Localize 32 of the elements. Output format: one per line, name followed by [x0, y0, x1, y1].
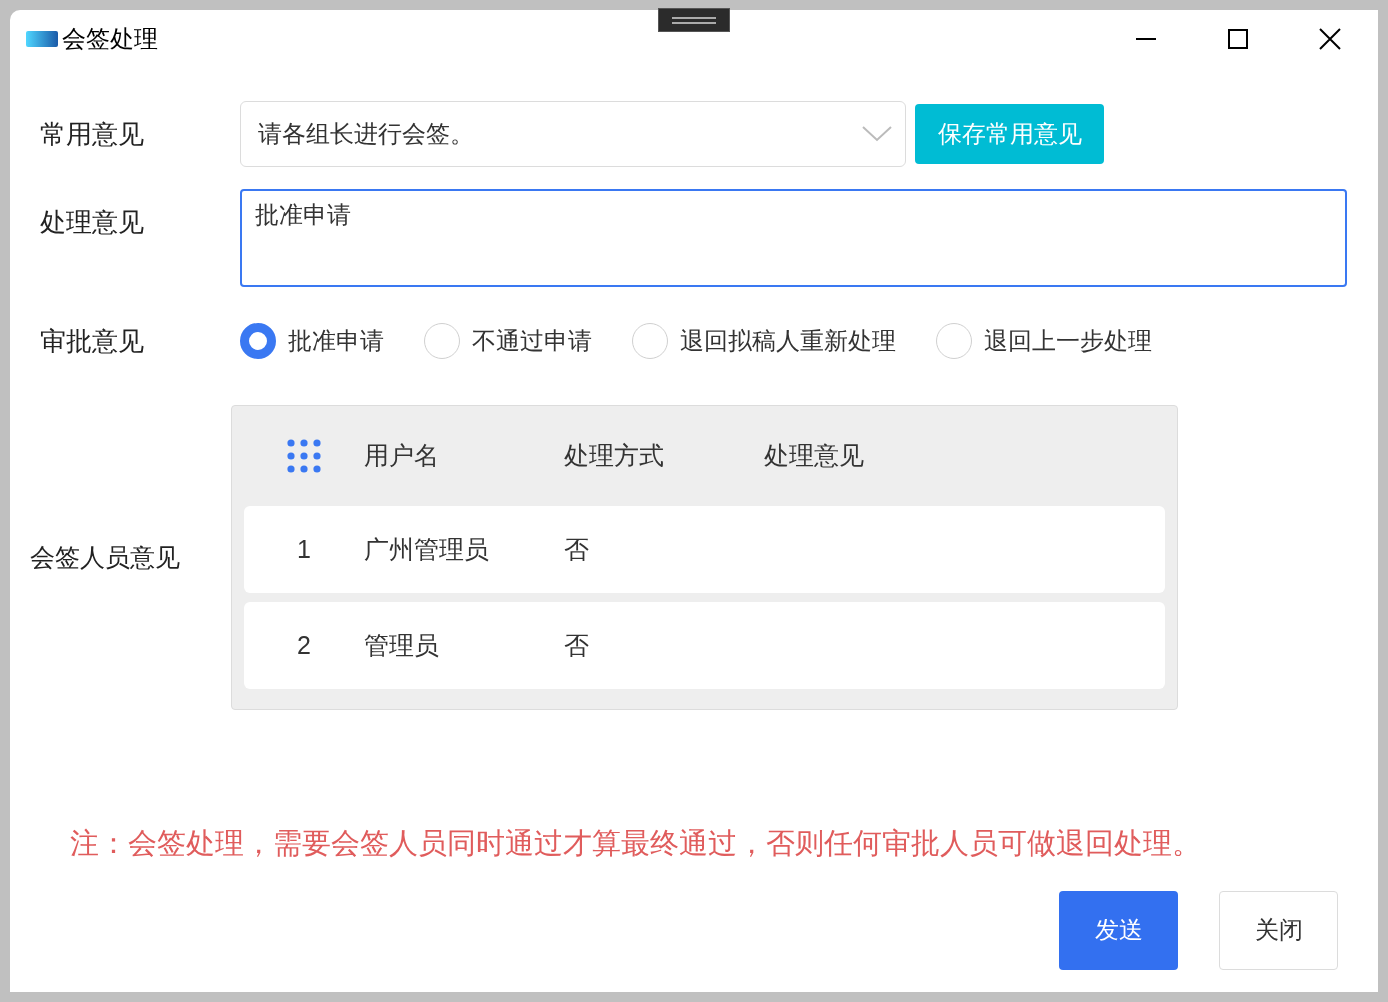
field-label: 处理意见 — [39, 206, 145, 239]
drag-handle-icon[interactable] — [658, 8, 730, 32]
close-icon — [1319, 28, 1341, 50]
window-title: 会签处理 — [62, 24, 158, 54]
row-number: 2 — [297, 629, 311, 661]
table-cell: 广州管理员 — [364, 534, 489, 563]
column-header: 用户名 — [364, 440, 440, 472]
approval-radio[interactable]: 退回上一步处理 — [936, 323, 1152, 359]
row-number: 1 — [297, 533, 311, 565]
note-text: 注：会签处理，需要会签人员同时通过才算最终通过，否则任何审批人员可做退回处理。 — [69, 826, 1202, 861]
maximize-icon — [1227, 28, 1249, 50]
approval-radio[interactable]: 批准申请 — [240, 323, 384, 359]
opinion-dropdown[interactable]: 请各组长进行会签。 — [240, 101, 906, 167]
column-header: 处理方式 — [564, 440, 665, 472]
field-label: 会签人员意见 — [29, 541, 181, 573]
grid-icon[interactable] — [287, 439, 321, 473]
table-cell: 否 — [564, 630, 589, 659]
field-label: 审批意见 — [39, 324, 145, 358]
column-header: 处理意见 — [764, 440, 865, 472]
approval-radio[interactable]: 不通过申请 — [424, 323, 592, 359]
field-label: 常用意见 — [39, 117, 145, 151]
table-row[interactable]: 1 广州管理员 否 — [244, 506, 1165, 593]
chevron-down-icon — [861, 125, 893, 143]
table-cell: 否 — [564, 534, 589, 563]
app-icon — [26, 31, 58, 47]
table-row[interactable]: 2 管理员 否 — [244, 602, 1165, 689]
table-cell: 管理员 — [364, 630, 439, 659]
minimize-icon — [1135, 38, 1157, 40]
send-button[interactable]: 发送 — [1059, 890, 1178, 970]
approval-radio[interactable]: 退回拟稿人重新处理 — [632, 323, 896, 359]
opinion-textarea[interactable]: 批准申请 — [240, 189, 1347, 287]
close-dialog-button[interactable]: 关闭 — [1219, 890, 1338, 970]
